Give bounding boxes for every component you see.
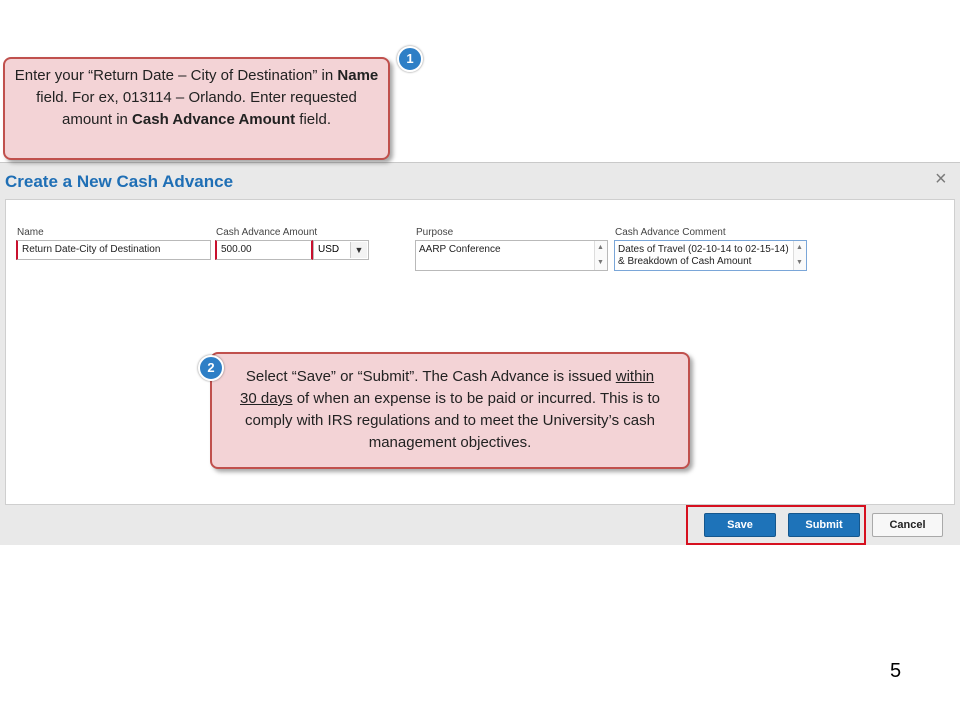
callout-1-bold-amount: Cash Advance Amount: [132, 111, 296, 128]
scroll-down-icon[interactable]: ▼: [796, 257, 803, 269]
purpose-label: Purpose: [416, 227, 454, 238]
callout-1-text-a: Enter your “Return Date – City of Destin…: [14, 67, 338, 84]
callout-2-text-a: Select “Save” or “Submit”. The Cash Adva…: [245, 368, 616, 385]
callout-save-submit: Select “Save” or “Submit”. The Cash Adva…: [210, 352, 690, 469]
amount-label: Cash Advance Amount: [216, 227, 318, 238]
purpose-field[interactable]: AARP Conference ▲ ▼: [415, 240, 608, 271]
step-2-badge: 2: [198, 355, 224, 381]
scroll-down-icon[interactable]: ▼: [597, 257, 604, 269]
step-1-badge: 1: [397, 46, 423, 72]
currency-value: USD: [318, 244, 340, 255]
page-number: 5: [890, 660, 902, 682]
cancel-button[interactable]: Cancel: [872, 513, 943, 537]
amount-field[interactable]: 500.00: [215, 240, 313, 260]
dialog-title: Create a New Cash Advance: [5, 172, 234, 191]
comment-field[interactable]: Dates of Travel (02-10-14 to 02-15-14) &…: [614, 240, 807, 271]
callout-1-bold-name: Name: [337, 67, 379, 84]
purpose-scrollbar[interactable]: ▲ ▼: [594, 241, 607, 270]
scroll-up-icon[interactable]: ▲: [796, 242, 803, 254]
comment-value: Dates of Travel (02-10-14 to 02-15-14) &…: [618, 244, 789, 267]
close-icon[interactable]: ×: [935, 169, 947, 189]
callout-2-text-b: of when an expense is to be paid or incu…: [245, 390, 660, 451]
callout-name-amount: Enter your “Return Date – City of Destin…: [3, 57, 390, 160]
save-button[interactable]: Save: [704, 513, 776, 537]
submit-button[interactable]: Submit: [788, 513, 860, 537]
scroll-up-icon[interactable]: ▲: [597, 242, 604, 254]
name-label: Name: [17, 227, 44, 238]
comment-scrollbar[interactable]: ▲ ▼: [793, 241, 806, 270]
chevron-down-icon[interactable]: ▼: [350, 242, 367, 258]
purpose-value: AARP Conference: [419, 244, 501, 255]
comment-label: Cash Advance Comment: [615, 227, 726, 238]
name-field[interactable]: Return Date-City of Destination: [16, 240, 211, 260]
callout-1-text-c: field.: [295, 111, 331, 128]
currency-select[interactable]: USD ▼: [313, 240, 369, 260]
